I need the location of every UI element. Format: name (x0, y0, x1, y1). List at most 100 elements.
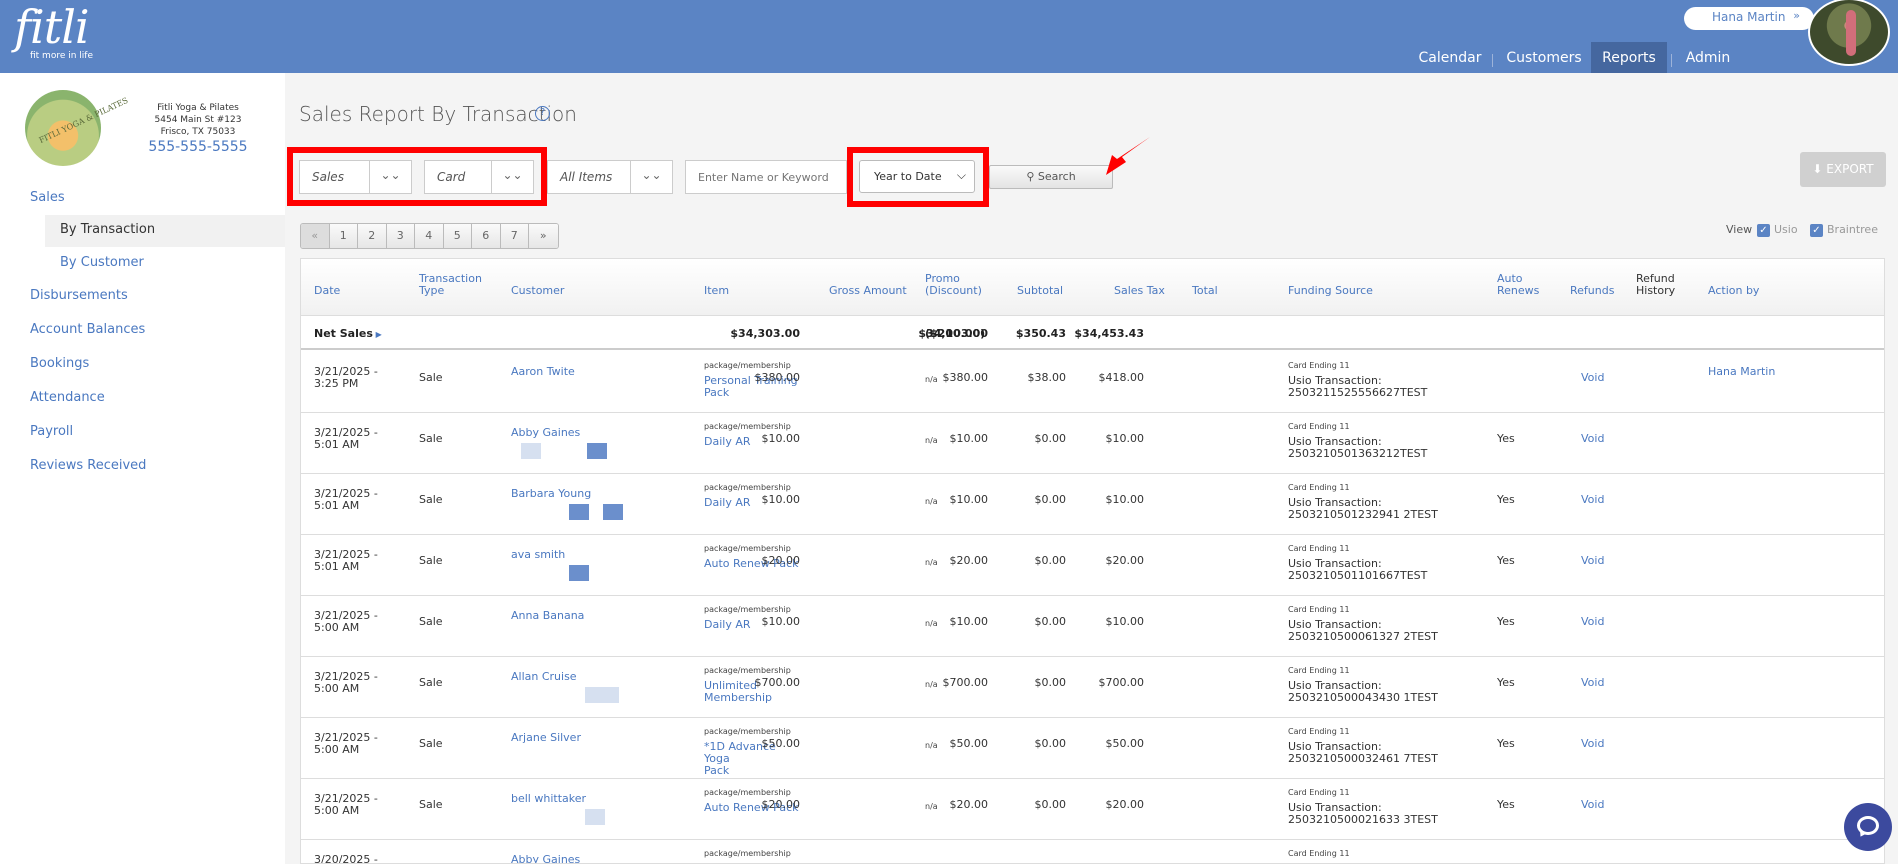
row-type: Sale (419, 615, 443, 628)
export-button-label: EXPORT (1826, 162, 1874, 176)
usio-checkbox[interactable]: ✓ (1757, 224, 1770, 237)
row-void-link[interactable]: Void (1581, 494, 1604, 506)
row-void-link[interactable]: Void (1581, 372, 1604, 384)
table-row: 3/21/2025 -5:01 AM Sale ava smith packag… (301, 535, 1884, 596)
page-4[interactable]: 4 (415, 224, 444, 248)
highlight-box (847, 147, 989, 207)
row-action-by[interactable]: Hana Martin (1708, 366, 1775, 378)
table-row: 3/21/2025 -5:00 AM Sale Anna Banana pack… (301, 596, 1884, 657)
user-menu-button[interactable]: Hana Martin » (1684, 7, 1814, 30)
row-total: $50.00 (1105, 737, 1145, 750)
net-sales-toggle[interactable]: Net Sales ▶ (314, 327, 382, 340)
sidebar-item-by-transaction[interactable]: By Transaction (45, 215, 285, 247)
col-date[interactable]: Date (314, 285, 340, 297)
row-tax: $0.00 (1034, 432, 1067, 445)
nav-calendar[interactable]: Calendar (1412, 42, 1488, 73)
braintree-label: Braintree (1827, 223, 1878, 236)
row-void-link[interactable]: Void (1581, 555, 1604, 567)
items-filter-dropdown[interactable]: All Items ⌄⌄ (547, 160, 673, 194)
col-gross[interactable]: Gross Amount (829, 285, 907, 297)
col-refunds[interactable]: Refunds (1570, 285, 1614, 297)
row-void-link[interactable]: Void (1581, 738, 1604, 750)
braintree-checkbox[interactable]: ✓ (1810, 224, 1823, 237)
help-icon[interactable]: ? (535, 106, 550, 121)
user-name: Hana Martin (1712, 10, 1786, 24)
chat-launcher[interactable] (1844, 803, 1892, 851)
export-button[interactable]: ⬇ EXPORT (1800, 152, 1886, 187)
row-void-link[interactable]: Void (1581, 616, 1604, 628)
row-void-link[interactable]: Void (1581, 677, 1604, 689)
studio-phone[interactable]: 555-555-5555 (128, 139, 268, 155)
row-customer-link[interactable]: Anna Banana (511, 610, 584, 622)
redacted-block (587, 443, 607, 459)
page-1[interactable]: 1 (329, 224, 358, 248)
row-funding: Card Ending 11 Usio Transaction: 2503210… (1288, 727, 1438, 765)
sidebar-item-account-balances[interactable]: Account Balances (30, 322, 145, 337)
row-gross: $10.00 (761, 615, 801, 628)
usio-label: Usio (1774, 223, 1798, 236)
redacted-block (605, 687, 619, 703)
page-6[interactable]: 6 (472, 224, 501, 248)
page-last[interactable]: » (529, 224, 558, 248)
row-gross: $10.00 (761, 432, 801, 445)
col-tax[interactable]: Sales Tax (1114, 285, 1165, 297)
redacted-block (585, 687, 605, 703)
row-customer-link[interactable]: ava smith (511, 549, 565, 561)
row-tax: $38.00 (1027, 371, 1067, 384)
studio-logo: FITLI YOGA & PILATES (25, 90, 129, 166)
row-auto-renews: Yes (1497, 615, 1515, 628)
row-funding: Card Ending 11 Usio Transaction: 2503210… (1288, 544, 1428, 582)
table-row: 3/20/2025 - Abby Gaines package/membersh… (301, 840, 1884, 864)
row-customer-link[interactable]: Allan Cruise (511, 671, 577, 683)
page-2[interactable]: 2 (358, 224, 387, 248)
sidebar-item-sales[interactable]: Sales (30, 190, 65, 205)
row-tax: $0.00 (1034, 493, 1067, 506)
sidebar-item-reviews[interactable]: Reviews Received (30, 458, 146, 473)
col-total[interactable]: Total (1192, 285, 1218, 297)
row-date: 3/21/2025 -5:01 AM (314, 548, 378, 573)
nav-admin[interactable]: Admin (1679, 42, 1737, 73)
col-subtotal[interactable]: Subtotal (1017, 285, 1063, 297)
row-tax: $0.00 (1034, 554, 1067, 567)
page-first[interactable]: « (301, 224, 330, 248)
col-customer[interactable]: Customer (511, 285, 564, 297)
col-auto-renews[interactable]: Auto Renews (1497, 273, 1539, 297)
page-5[interactable]: 5 (443, 224, 472, 248)
sidebar-item-disbursements[interactable]: Disbursements (30, 288, 128, 303)
keyword-search-input[interactable] (685, 160, 847, 194)
col-funding[interactable]: Funding Source (1288, 285, 1373, 297)
chevron-down-icon: » (1793, 9, 1800, 22)
row-customer-link[interactable]: Aaron Twite (511, 366, 575, 378)
nav-customers[interactable]: Customers (1502, 42, 1586, 73)
row-funding: Card Ending 11 Usio Transaction: 2503210… (1288, 483, 1438, 521)
page-3[interactable]: 3 (386, 224, 415, 248)
col-type[interactable]: Transaction Type (419, 273, 482, 297)
search-button[interactable]: ⚲ Search (989, 165, 1113, 189)
row-void-link[interactable]: Void (1581, 799, 1604, 811)
sidebar-item-by-customer[interactable]: By Customer (60, 255, 144, 270)
row-customer-link[interactable]: Abby Gaines (511, 427, 580, 439)
row-customer-link[interactable]: Abby Gaines (511, 854, 580, 864)
col-item[interactable]: Item (704, 285, 729, 297)
col-action-by[interactable]: Action by (1708, 285, 1759, 297)
row-customer-link[interactable]: Barbara Young (511, 488, 591, 500)
col-promo[interactable]: Promo (Discount) (925, 273, 982, 297)
row-type: Sale (419, 554, 443, 567)
caret-right-icon: ▶ (372, 330, 382, 339)
row-date: 3/21/2025 -5:00 AM (314, 670, 378, 695)
page-7[interactable]: 7 (500, 224, 529, 248)
sidebar-item-attendance[interactable]: Attendance (30, 390, 105, 405)
redacted-block (603, 504, 623, 520)
nav-reports[interactable]: Reports (1591, 42, 1667, 73)
row-subtotal: $10.00 (949, 493, 989, 506)
main-nav: Calendar Customers Reports Admin (0, 42, 1898, 73)
table-row: 3/21/2025 -5:00 AM Sale Allan Cruise pac… (301, 657, 1884, 718)
row-customer-link[interactable]: bell whittaker (511, 793, 586, 805)
row-void-link[interactable]: Void (1581, 433, 1604, 445)
row-customer-link[interactable]: Arjane Silver (511, 732, 581, 744)
sidebar-item-payroll[interactable]: Payroll (30, 424, 73, 439)
row-date: 3/21/2025 -5:00 AM (314, 731, 378, 756)
row-promo: n/a (925, 436, 938, 445)
sidebar-item-bookings[interactable]: Bookings (30, 356, 89, 371)
net-gross: $34,303.00 (730, 327, 800, 340)
